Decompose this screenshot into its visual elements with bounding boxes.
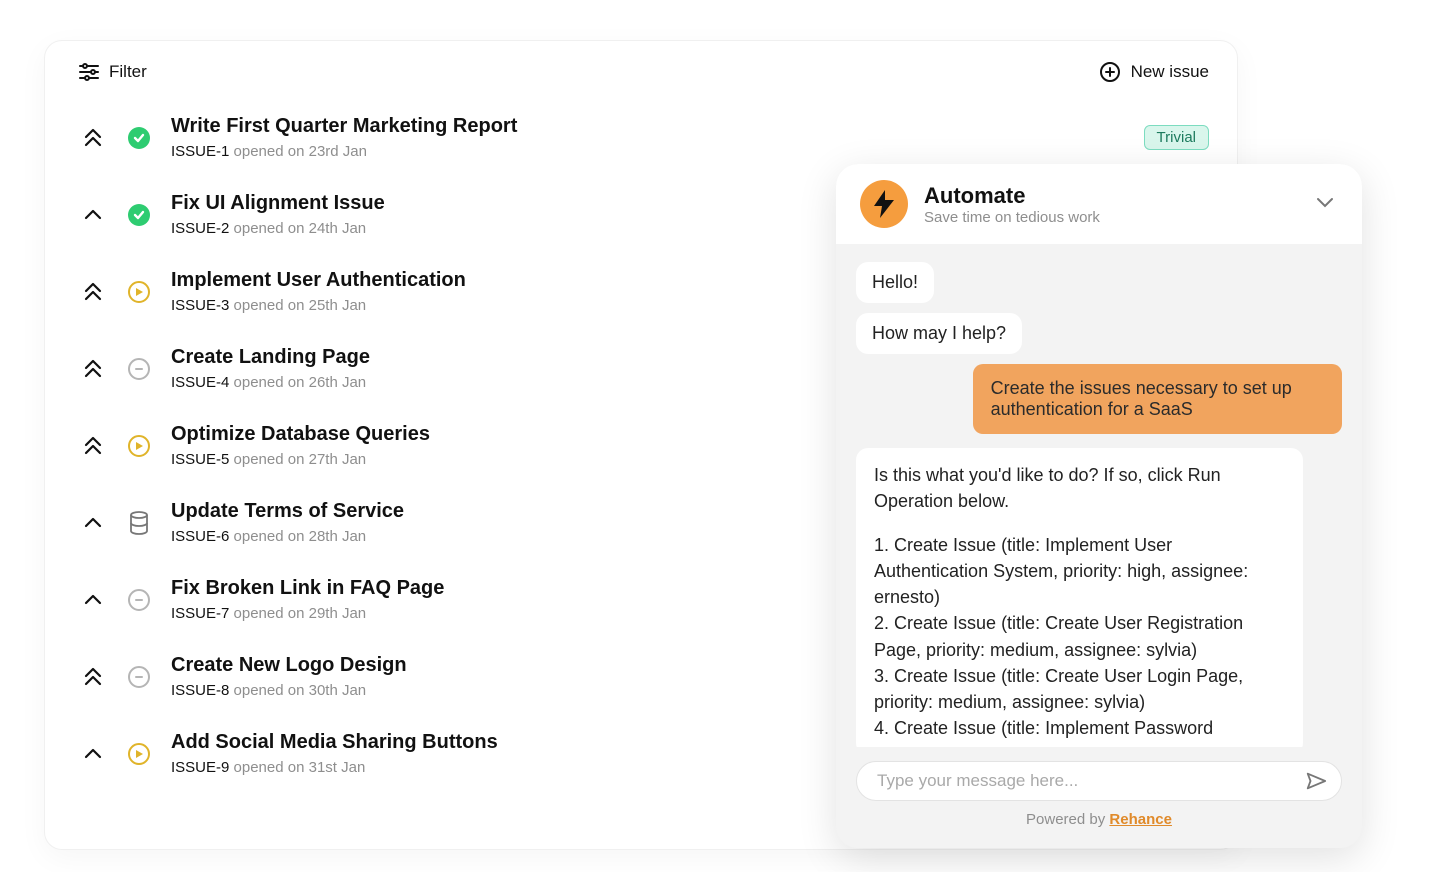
priority-indicator <box>79 666 107 688</box>
issue-id: ISSUE-4 <box>171 374 229 391</box>
priority-indicator <box>79 435 107 457</box>
priority-badge: Trivial <box>1144 125 1209 150</box>
priority-indicator <box>79 743 107 765</box>
status-todo-icon <box>128 589 150 611</box>
priority-high-icon <box>82 666 104 688</box>
issue-id: ISSUE-6 <box>171 528 229 545</box>
issue-id: ISSUE-5 <box>171 451 229 468</box>
priority-indicator <box>79 589 107 611</box>
chat-footer: Powered by Rehance <box>836 747 1362 848</box>
new-issue-label: New issue <box>1131 62 1209 82</box>
bot-message: Hello! <box>856 262 934 303</box>
chat-header: Automate Save time on tedious work <box>836 164 1362 244</box>
issue-opened-text: opened on 26th Jan <box>229 374 366 391</box>
issue-opened-text: opened on 27th Jan <box>229 451 366 468</box>
chevron-down-icon <box>1312 189 1338 215</box>
priority-indicator <box>79 204 107 226</box>
send-icon <box>1305 770 1327 792</box>
issue-opened-text: opened on 25th Jan <box>229 297 366 314</box>
status-indicator <box>125 281 153 303</box>
priority-indicator <box>79 127 107 149</box>
status-in-progress-icon <box>128 281 150 303</box>
issue-main: Write First Quarter Marketing Report ISS… <box>171 115 1126 160</box>
filter-button[interactable]: Filter <box>79 62 147 82</box>
status-in-progress-icon <box>128 743 150 765</box>
priority-indicator <box>79 512 107 534</box>
filter-label: Filter <box>109 62 147 82</box>
chat-title: Automate <box>924 183 1100 209</box>
status-indicator <box>125 589 153 611</box>
status-in-progress-icon <box>128 435 150 457</box>
status-indicator <box>125 511 153 535</box>
collapse-chat-button[interactable] <box>1312 189 1338 220</box>
user-message: Create the issues necessary to set up au… <box>973 364 1342 434</box>
send-button[interactable] <box>1305 770 1327 792</box>
new-issue-button[interactable]: New issue <box>1099 61 1209 83</box>
issue-opened-text: opened on 23rd Jan <box>229 143 367 160</box>
priority-medium-icon <box>82 743 104 765</box>
chat-messages[interactable]: Hello! How may I help? Create the issues… <box>836 244 1362 747</box>
chat-subtitle: Save time on tedious work <box>924 209 1100 226</box>
chat-input[interactable] <box>877 771 1305 791</box>
bot-text: Is this what you'd like to do? If so, cl… <box>874 462 1285 514</box>
issue-opened-text: opened on 30th Jan <box>229 682 366 699</box>
priority-indicator <box>79 358 107 380</box>
status-todo-icon <box>128 666 150 688</box>
status-done-icon <box>128 127 150 149</box>
bot-text: 3. Create Issue (title: Create User Logi… <box>874 663 1285 715</box>
issue-id: ISSUE-3 <box>171 297 229 314</box>
powered-link[interactable]: Rehance <box>1109 811 1172 828</box>
bot-text: 4. Create Issue (title: Implement Passwo… <box>874 715 1285 741</box>
issue-id: ISSUE-2 <box>171 220 229 237</box>
status-indicator <box>125 666 153 688</box>
issue-meta: ISSUE-1 opened on 23rd Jan <box>171 143 1126 160</box>
toolbar: Filter New issue <box>45 41 1237 101</box>
bot-message: Is this what you'd like to do? If so, cl… <box>856 448 1303 747</box>
status-done-icon <box>128 204 150 226</box>
status-backlog-icon <box>128 511 150 535</box>
bot-message: How may I help? <box>856 313 1022 354</box>
issue-opened-text: opened on 29th Jan <box>229 605 366 622</box>
priority-high-icon <box>82 358 104 380</box>
status-indicator <box>125 435 153 457</box>
issue-title: Write First Quarter Marketing Report <box>171 115 1126 138</box>
powered-prefix: Powered by <box>1026 811 1109 828</box>
sliders-icon <box>79 63 99 81</box>
priority-indicator <box>79 281 107 303</box>
status-indicator <box>125 358 153 380</box>
powered-by: Powered by Rehance <box>856 801 1342 840</box>
priority-high-icon <box>82 281 104 303</box>
issue-opened-text: opened on 24th Jan <box>229 220 366 237</box>
priority-medium-icon <box>82 512 104 534</box>
status-todo-icon <box>128 358 150 380</box>
priority-medium-icon <box>82 589 104 611</box>
plus-circle-icon <box>1099 61 1121 83</box>
chat-panel: Automate Save time on tedious work Hello… <box>836 164 1362 848</box>
status-indicator <box>125 743 153 765</box>
issue-opened-text: opened on 28th Jan <box>229 528 366 545</box>
issue-id: ISSUE-7 <box>171 605 229 622</box>
priority-high-icon <box>82 127 104 149</box>
status-indicator <box>125 127 153 149</box>
issue-id: ISSUE-8 <box>171 682 229 699</box>
priority-medium-icon <box>82 204 104 226</box>
status-indicator <box>125 204 153 226</box>
bot-text: 2. Create Issue (title: Create User Regi… <box>874 610 1285 662</box>
bot-text: 1. Create Issue (title: Implement User A… <box>874 532 1285 610</box>
bolt-icon <box>860 180 908 228</box>
issue-opened-text: opened on 31st Jan <box>229 759 365 776</box>
issue-id: ISSUE-9 <box>171 759 229 776</box>
chat-input-container <box>856 761 1342 801</box>
priority-high-icon <box>82 435 104 457</box>
issue-id: ISSUE-1 <box>171 143 229 160</box>
